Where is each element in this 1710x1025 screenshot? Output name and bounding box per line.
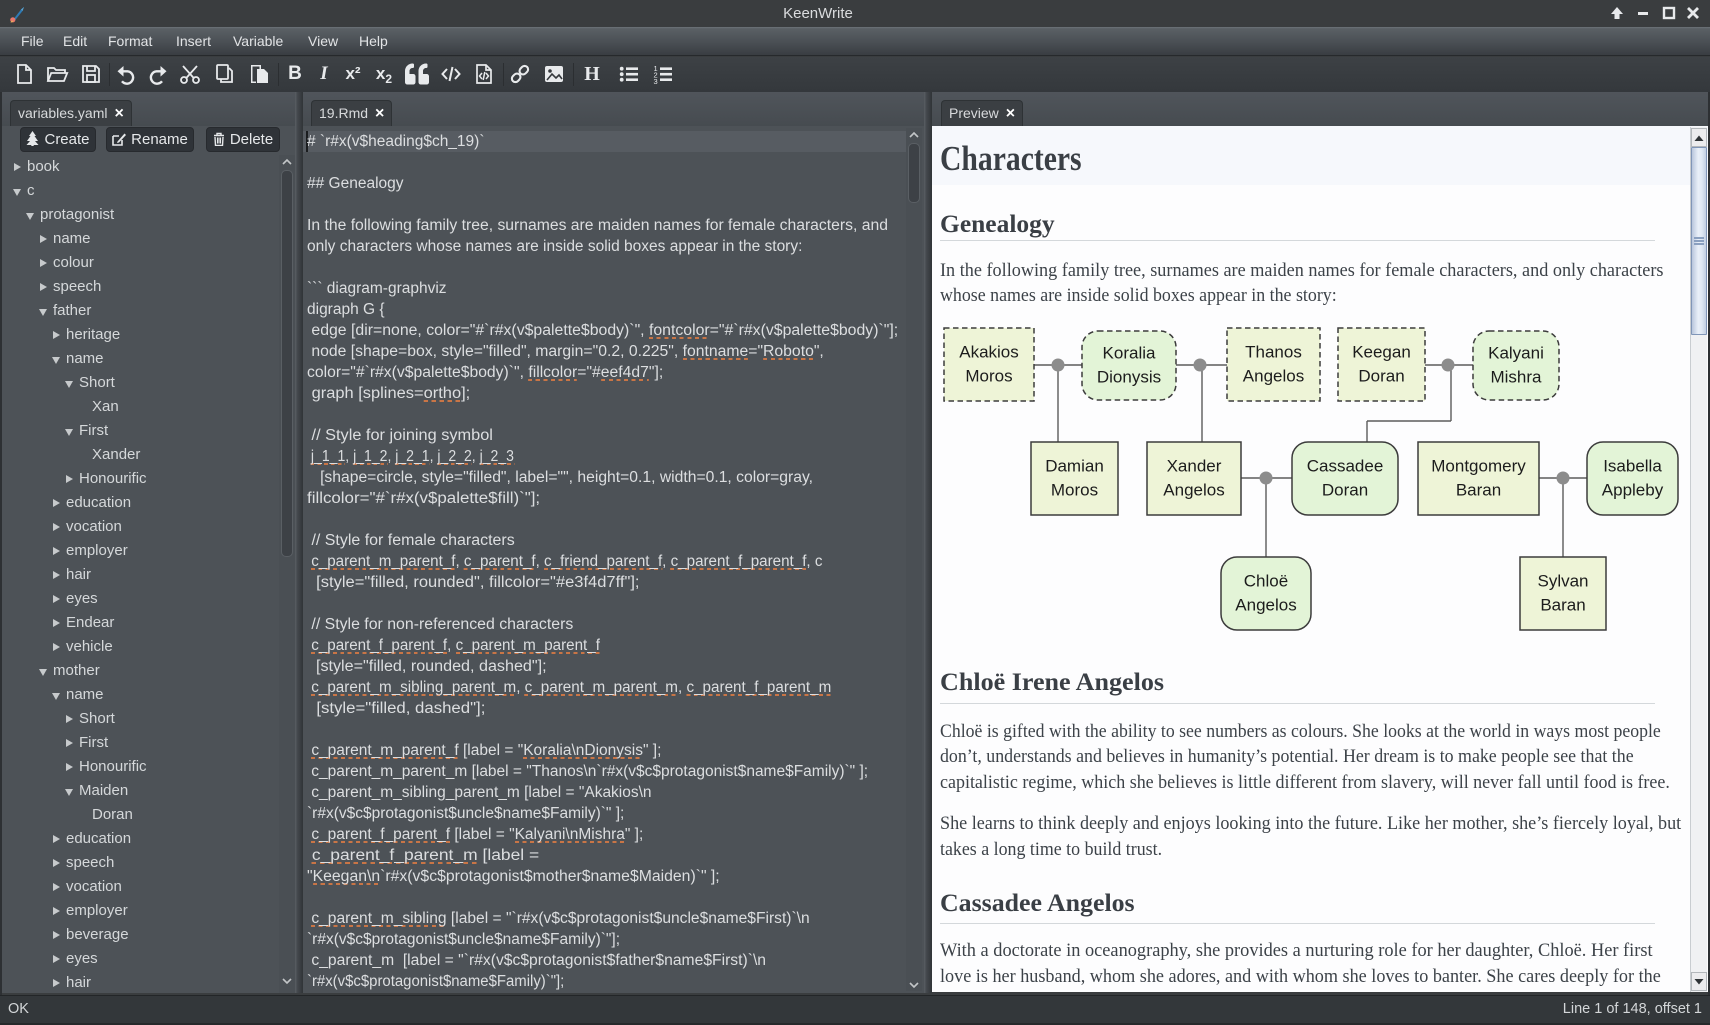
svg-text:Keegan: Keegan <box>1352 343 1411 362</box>
svg-text:Baran: Baran <box>1540 596 1585 615</box>
svg-text:Xander: Xander <box>1167 457 1222 476</box>
svg-text:Doran: Doran <box>1358 367 1404 386</box>
svg-text:3: 3 <box>654 77 658 86</box>
svg-text:Kalyani: Kalyani <box>1488 344 1544 363</box>
svg-text:Doran: Doran <box>1322 481 1368 500</box>
svg-text:Isabella: Isabella <box>1603 457 1662 476</box>
svg-text:Chloë: Chloë <box>1244 572 1288 591</box>
svg-text:Moros: Moros <box>965 367 1012 386</box>
svg-text:Angelos: Angelos <box>1163 481 1224 500</box>
svg-text:Moros: Moros <box>1051 481 1098 500</box>
svg-text:Baran: Baran <box>1456 481 1501 500</box>
svg-text:Angelos: Angelos <box>1243 367 1304 386</box>
svg-text:Mishra: Mishra <box>1490 368 1542 387</box>
svg-text:Sylvan: Sylvan <box>1537 572 1588 591</box>
svg-text:Angelos: Angelos <box>1235 596 1296 615</box>
svg-text:Akakios: Akakios <box>959 343 1019 362</box>
svg-text:Appleby: Appleby <box>1602 481 1664 500</box>
svg-text:Montgomery: Montgomery <box>1431 457 1526 476</box>
svg-text:Cassadee: Cassadee <box>1307 457 1384 476</box>
svg-text:Dionysis: Dionysis <box>1097 368 1161 387</box>
svg-text:Thanos: Thanos <box>1245 343 1302 362</box>
svg-text:Damian: Damian <box>1045 457 1104 476</box>
svg-text:Koralia: Koralia <box>1103 344 1156 363</box>
